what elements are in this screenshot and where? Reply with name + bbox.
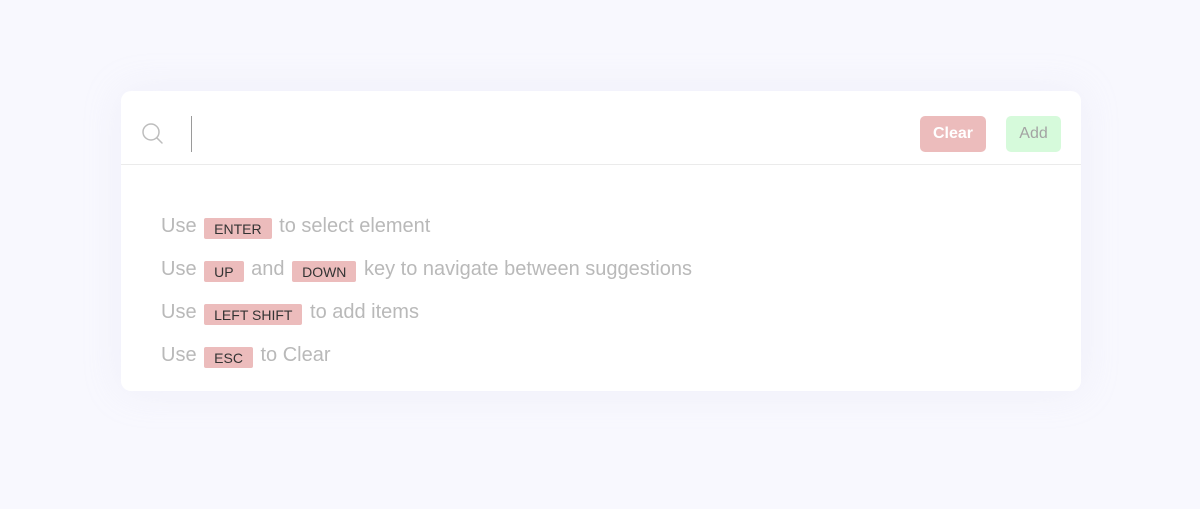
key-badge-esc: ESC [204,347,253,368]
add-button[interactable]: Add [1006,116,1061,152]
hint-text: to add items [310,301,419,323]
hint-text: and [251,258,285,280]
hint-text: to Clear [260,344,331,366]
search-bar: Clear Add [121,91,1081,165]
hint-add: Use LEFT SHIFT to add items [161,301,692,344]
search-icon [142,123,163,144]
hint-prefix: Use [161,258,197,280]
hint-navigate: Use UP and DOWN key to navigate between … [161,258,692,301]
key-badge-left-shift: LEFT SHIFT [204,304,303,325]
hint-text: to select element [279,215,431,237]
hint-clear: Use ESC to Clear [161,344,692,387]
key-badge-down: DOWN [292,261,357,282]
hint-prefix: Use [161,344,197,366]
hint-prefix: Use [161,301,197,323]
hint-text: key to navigate between suggestions [363,258,692,280]
keyboard-hints: Use ENTER to select element Use UP and D… [161,215,692,387]
search-card: Clear Add Use ENTER to select element Us… [121,91,1081,391]
key-badge-enter: ENTER [204,218,272,239]
key-badge-up: UP [204,261,244,282]
clear-button[interactable]: Clear [920,116,986,152]
search-input[interactable] [191,116,891,152]
hint-enter: Use ENTER to select element [161,215,692,258]
hint-prefix: Use [161,215,197,237]
